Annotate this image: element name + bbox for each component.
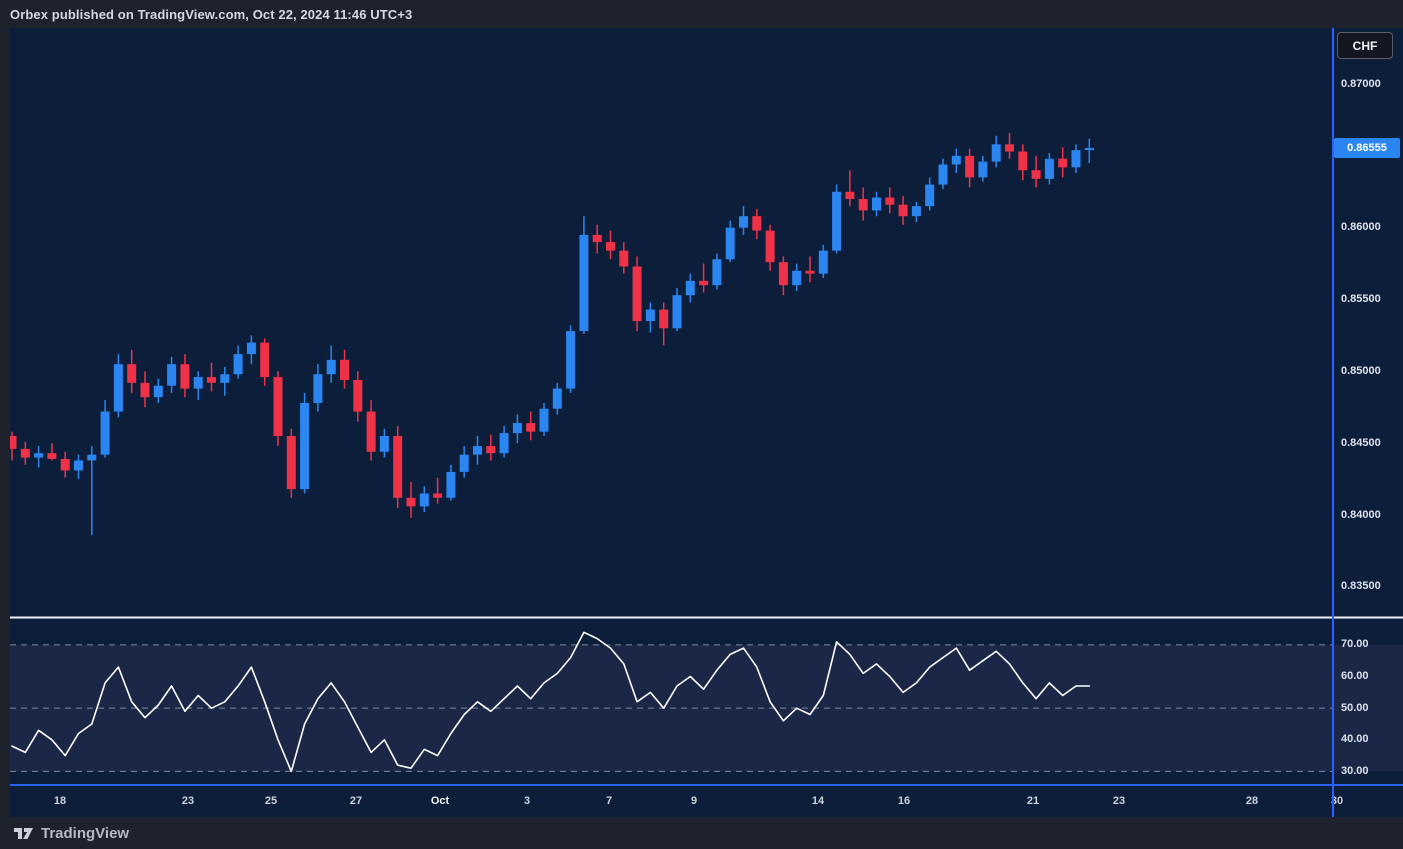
price-tick-label: 0.85500 xyxy=(1341,293,1381,305)
rsi-tick-label: 50.00 xyxy=(1341,702,1369,714)
rsi-tick-label: 40.00 xyxy=(1341,733,1369,745)
time-tick-label: 23 xyxy=(1113,795,1125,807)
price-tick-label: 0.87000 xyxy=(1341,78,1381,90)
rsi-tick-label: 70.00 xyxy=(1341,638,1369,650)
time-tick-label: 3 xyxy=(524,795,530,807)
price-tick-label: 0.84000 xyxy=(1341,509,1381,521)
currency-toggle-button[interactable]: CHF xyxy=(1337,32,1393,59)
footer-bar: TradingView xyxy=(0,817,1403,849)
publish-attribution-text: Orbex published on TradingView.com, Oct … xyxy=(10,7,412,22)
price-tick-label: 0.84500 xyxy=(1341,437,1381,449)
time-tick-label: 28 xyxy=(1246,795,1258,807)
rsi-tick-label: 30.00 xyxy=(1341,765,1369,777)
time-tick-label: 27 xyxy=(350,795,362,807)
price-tick-label: 0.85000 xyxy=(1341,365,1381,377)
price-tick-label: 0.83500 xyxy=(1341,580,1381,592)
time-tick-label: 7 xyxy=(606,795,612,807)
publish-banner: Orbex published on TradingView.com, Oct … xyxy=(0,0,1403,28)
chart-canvas[interactable]: 0.870000.865000.860000.855000.850000.845… xyxy=(10,28,1403,817)
price-tick-label: 0.86000 xyxy=(1341,221,1381,233)
time-tick-label: 25 xyxy=(265,795,277,807)
time-tick-label: 18 xyxy=(54,795,66,807)
rsi-tick-label: 60.00 xyxy=(1341,670,1369,682)
tradingview-brand[interactable]: TradingView xyxy=(41,825,129,842)
time-tick-label: 9 xyxy=(691,795,697,807)
time-tick-label: 14 xyxy=(812,795,824,807)
time-axis-border xyxy=(10,784,1403,786)
last-price-tag: 0.86555 xyxy=(1334,138,1400,158)
price-rsi-plot[interactable] xyxy=(10,28,1403,817)
time-tick-label: 16 xyxy=(898,795,910,807)
tradingview-logo-icon[interactable] xyxy=(14,825,33,842)
time-tick-label: 21 xyxy=(1027,795,1039,807)
time-tick-label: 23 xyxy=(182,795,194,807)
time-tick-label: Oct xyxy=(431,795,449,807)
